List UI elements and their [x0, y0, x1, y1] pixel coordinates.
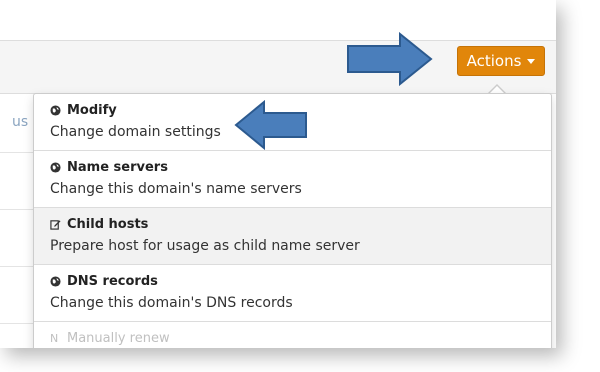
edit-icon — [50, 220, 61, 230]
menu-item-title: DNS records — [67, 274, 158, 289]
globe-icon — [50, 276, 61, 287]
menu-item-description: Change this domain's DNS records — [50, 295, 293, 311]
menu-item-dns-records[interactable]: DNS records Change this domain's DNS rec… — [34, 265, 551, 322]
menu-item-dns-records-title: DNS records — [50, 274, 551, 289]
background-row-divider — [0, 323, 34, 324]
menu-item-child-hosts-title: Child hosts — [50, 217, 551, 232]
menu-item-title: Child hosts — [67, 217, 149, 232]
background-table-column — [0, 93, 34, 348]
background-column-label: us — [12, 114, 29, 130]
menu-item-description: Prepare host for usage as child name ser… — [50, 238, 360, 254]
arrow-right-icon — [347, 32, 433, 86]
globe-icon — [50, 162, 61, 173]
background-row-divider — [0, 152, 34, 153]
menu-item-title: Name servers — [67, 160, 168, 175]
globe-icon — [50, 105, 61, 116]
menu-item-child-hosts[interactable]: Child hosts Prepare host for usage as ch… — [34, 208, 551, 265]
menu-item-manually-renew-title: N Manually renew — [50, 331, 551, 346]
window-frame: us Actions Modify Change domain settings — [0, 0, 556, 348]
menu-item-description: Change this domain's name servers — [50, 181, 302, 197]
caret-down-icon — [527, 58, 536, 64]
menu-item-title: Modify — [67, 103, 117, 118]
menu-item-name-servers[interactable]: Name servers Change this domain's name s… — [34, 151, 551, 208]
menu-item-name-servers-title: Name servers — [50, 160, 551, 175]
arrow-left-icon — [234, 100, 307, 150]
menu-item-manually-renew[interactable]: N Manually renew — [34, 322, 551, 348]
menu-item-title: Manually renew — [67, 331, 170, 346]
actions-button[interactable]: Actions — [457, 46, 545, 76]
background-row-divider — [0, 209, 34, 210]
actions-button-label: Actions — [466, 52, 522, 70]
background-row-divider — [0, 266, 34, 267]
renew-icon: N — [50, 332, 59, 345]
